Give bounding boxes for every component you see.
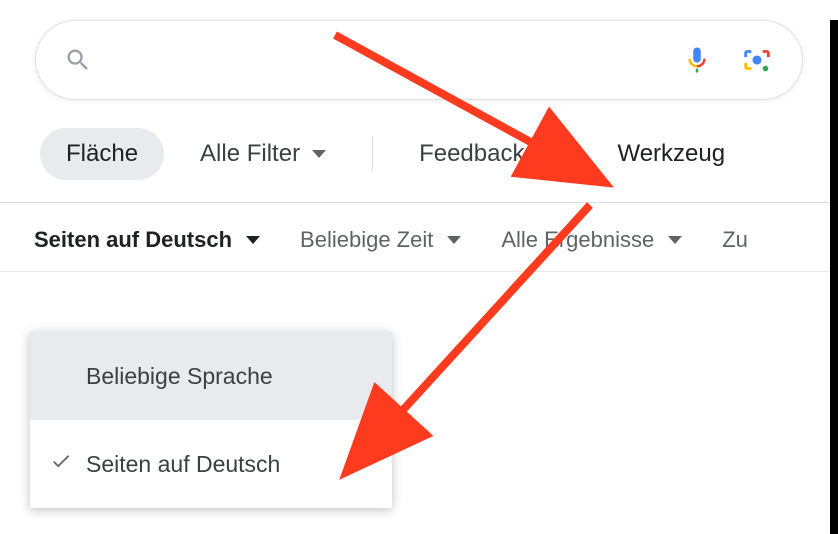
dropdown-item-any-language[interactable]: Beliebige Sprache [30,332,392,420]
dropdown-item-label: Beliebige Sprache [86,363,273,390]
tool-results[interactable]: Alle Ergebnisse [501,227,682,253]
search-icon [64,46,92,74]
chevron-down-icon [312,150,326,158]
chip-feedback[interactable]: Feedback [393,128,550,180]
chevron-down-icon [447,236,461,244]
check-icon [50,450,72,479]
language-dropdown: Beliebige Sprache Seiten auf Deutsch [30,332,392,508]
chip-all-filters[interactable]: Alle Filter [174,128,352,180]
tool-label: Seiten auf Deutsch [34,227,232,253]
chip-label: Feedback [419,140,524,168]
crop-edge [830,20,838,534]
chip-label: Werkzeug [617,140,725,168]
camera-lens-icon[interactable] [740,43,774,77]
dropdown-item-label: Seiten auf Deutsch [86,451,280,478]
chip-label: Alle Filter [200,140,300,168]
filter-chip-row: Fläche Alle Filter Feedback Werkzeug [0,100,838,202]
chip-label: Fläche [66,140,138,168]
search-input[interactable] [108,47,682,73]
divider [570,137,571,171]
tool-reset[interactable]: Zu [722,227,748,253]
mic-icon[interactable] [682,45,712,75]
tool-language[interactable]: Seiten auf Deutsch [34,227,260,253]
chevron-down-icon [246,236,260,244]
tool-time[interactable]: Beliebige Zeit [300,227,461,253]
divider [372,137,373,171]
tool-label: Zu [722,227,748,253]
tool-label: Alle Ergebnisse [501,227,654,253]
dropdown-item-german[interactable]: Seiten auf Deutsch [30,420,392,508]
search-bar[interactable] [35,20,803,100]
tools-row: Seiten auf Deutsch Beliebige Zeit Alle E… [0,203,838,272]
chip-tools[interactable]: Werkzeug [591,128,751,180]
chip-area[interactable]: Fläche [40,128,164,180]
tool-label: Beliebige Zeit [300,227,433,253]
chevron-down-icon [668,236,682,244]
